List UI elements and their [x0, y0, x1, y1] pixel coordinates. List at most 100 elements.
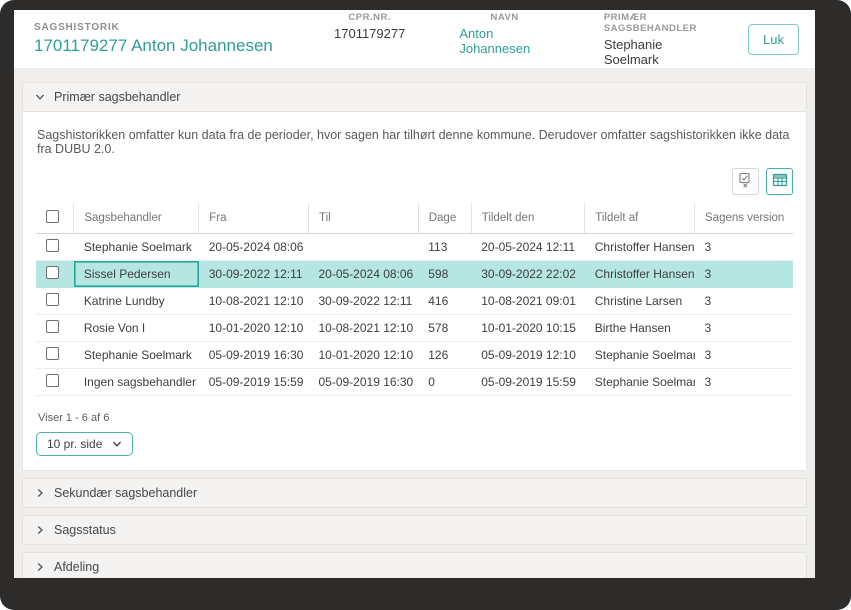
col-tildelt-den[interactable]: Tildelt den [470, 203, 585, 234]
cell-version: 3 [694, 233, 793, 261]
table-view-icon [772, 172, 788, 191]
window-header: SAGSHISTORIK 1701179277 Anton Johannesen… [14, 10, 815, 68]
accordion-primaer-sagsbehandler[interactable]: Primær sagsbehandler [22, 82, 807, 112]
cell-version: 3 [694, 287, 793, 315]
cell-tildelt-den: 05-09-2019 12:10 [471, 341, 585, 369]
field-navn-value-link[interactable]: Anton Johannesen [459, 26, 549, 56]
cell-fra: 05-09-2019 16:30 [198, 341, 309, 369]
cell-version: 3 [694, 260, 793, 288]
chevron-right-icon [35, 525, 45, 535]
cell-dage: 416 [418, 287, 472, 315]
row-checkbox[interactable] [46, 347, 59, 360]
row-checkbox[interactable] [46, 239, 59, 252]
cell-sagsbehandler: Katrine Lundby [73, 287, 199, 315]
cell-fra: 10-01-2020 12:10 [198, 314, 309, 342]
cell-dage: 578 [418, 314, 472, 342]
cell-dage: 598 [418, 260, 472, 288]
col-fra[interactable]: Fra [198, 203, 309, 234]
col-dage[interactable]: Dage [417, 203, 472, 234]
accordion-label: Sekundær sagsbehandler [54, 486, 198, 500]
row-checkbox[interactable] [46, 266, 59, 279]
page-size-select[interactable]: 10 pr. side [36, 432, 134, 456]
page-size-value: 10 pr. side [47, 437, 103, 451]
field-cpr-label: CPR.NR. [348, 11, 391, 23]
field-primaer-value: Stephanie Soelmark [603, 36, 663, 67]
cell-til: 10-08-2021 12:10 [308, 314, 419, 342]
col-til[interactable]: Til [307, 203, 419, 234]
cell-fra: 20-05-2024 08:06 [198, 233, 309, 261]
row-checkbox[interactable] [46, 374, 59, 387]
field-cpr: CPR.NR. 1701179277 [334, 12, 405, 67]
accordion-sekundaer-sagsbehandler[interactable]: Sekundær sagsbehandler [22, 478, 807, 508]
cell-sagsbehandler-focused[interactable]: Sissel Pedersen [73, 260, 199, 288]
cell-sagsbehandler: Rosie Von I [73, 314, 199, 342]
col-sagsbehandler[interactable]: Sagsbehandler [73, 203, 199, 234]
table-row-selected[interactable]: Sissel Pedersen 30-09-2022 12:11 20-05-2… [36, 260, 793, 288]
chevron-right-icon [35, 562, 45, 572]
field-navn: NAVN Anton Johannesen [459, 12, 549, 67]
cell-version: 3 [694, 368, 793, 396]
table-row[interactable]: Rosie Von I 10-01-2020 12:10 10-08-2021 … [36, 314, 793, 342]
cell-til: 30-09-2022 12:11 [308, 287, 419, 315]
cell-tildelt-den: 05-09-2019 15:59 [471, 368, 585, 396]
sagshistorik-window: SAGSHISTORIK 1701179277 Anton Johannesen… [14, 10, 815, 578]
chevron-right-icon [35, 488, 45, 498]
results-summary: Viser 1 - 6 af 6 [38, 412, 110, 424]
cell-tildelt-af: Birthe Hansen [584, 314, 695, 342]
select-all-checkbox[interactable] [46, 210, 59, 223]
field-navn-label: NAVN [490, 11, 519, 23]
cell-version: 3 [694, 341, 793, 369]
cell-tildelt-den: 20-05-2024 12:11 [471, 233, 585, 261]
header-info-fields: CPR.NR. 1701179277 NAVN Anton Johannesen… [334, 12, 720, 67]
checkbox-select-icon-button[interactable] [732, 168, 759, 195]
cell-version: 3 [694, 314, 793, 342]
col-tildelt-af[interactable]: Tildelt af [584, 203, 695, 234]
cell-fra: 10-08-2021 12:10 [198, 287, 309, 315]
cell-tildelt-den: 10-08-2021 09:01 [471, 287, 585, 315]
field-primaer-label: PRIMÆR SAGSBEHANDLER [603, 11, 697, 34]
cell-dage: 113 [418, 233, 472, 261]
table-row[interactable]: Katrine Lundby 10-08-2021 12:10 30-09-20… [36, 287, 793, 315]
close-button[interactable]: Luk [748, 23, 799, 55]
accordion-label: Sagsstatus [54, 523, 116, 537]
cell-sagsbehandler: Ingen sagsbehandler [73, 368, 199, 396]
cell-tildelt-af: Stephanie Soelmark [584, 368, 695, 396]
page-title: 1701179277 Anton Johannesen [34, 36, 273, 55]
accordion-sagsstatus[interactable]: Sagsstatus [22, 515, 807, 545]
table-view-icon-button[interactable] [766, 168, 793, 195]
cell-tildelt-den: 30-09-2022 22:02 [471, 260, 585, 288]
field-cpr-value: 1701179277 [334, 25, 406, 41]
table-header-row: Sagsbehandler Fra Til Dage Tildelt den T… [36, 203, 793, 234]
cell-tildelt-af: Stephanie Soelmark [584, 341, 695, 369]
window-body: Primær sagsbehandler Sagshistorikken omf… [14, 68, 815, 578]
cell-tildelt-af: Christoffer Hansen [584, 260, 695, 288]
cell-til: 20-05-2024 08:06 [308, 260, 419, 288]
header-title-block: SAGSHISTORIK 1701179277 Anton Johannesen [34, 22, 334, 56]
cell-tildelt-den: 10-01-2020 10:15 [471, 314, 585, 342]
cell-dage: 126 [418, 341, 472, 369]
cell-dage: 0 [418, 368, 472, 396]
sagsbehandler-history-table: Sagsbehandler Fra Til Dage Tildelt den T… [36, 203, 793, 396]
accordion-label: Afdeling [54, 560, 100, 574]
cell-fra: 30-09-2022 12:11 [198, 260, 309, 288]
checkbox-select-icon [738, 172, 754, 191]
table-toolbar [36, 168, 793, 195]
screenshot-stage: SAGSHISTORIK 1701179277 Anton Johannesen… [0, 0, 851, 610]
chevron-down-icon [112, 439, 122, 449]
table-row[interactable]: Stephanie Soelmark 05-09-2019 16:30 10-0… [36, 341, 793, 369]
table-footer: Viser 1 - 6 af 6 10 pr. side [36, 412, 793, 456]
col-sagens-version[interactable]: Sagens version [694, 203, 793, 234]
cell-sagsbehandler: Stephanie Soelmark [73, 233, 199, 261]
accordion-afdeling[interactable]: Afdeling [22, 552, 807, 578]
table-row[interactable]: Ingen sagsbehandler 05-09-2019 15:59 05-… [36, 368, 793, 396]
history-notice-text: Sagshistorikken omfatter kun data fra de… [37, 128, 790, 156]
row-checkbox[interactable] [46, 293, 59, 306]
cell-til [308, 233, 419, 261]
cell-tildelt-af: Christoffer Hansen [584, 233, 695, 261]
accordion-label: Primær sagsbehandler [54, 90, 181, 104]
row-checkbox[interactable] [46, 320, 59, 333]
table-row[interactable]: Stephanie Soelmark 20-05-2024 08:06 113 … [36, 233, 793, 261]
field-primaer-sagsbehandler: PRIMÆR SAGSBEHANDLER Stephanie Soelmark [604, 12, 720, 67]
select-all-cell [36, 203, 74, 234]
primaer-sagsbehandler-panel: Sagshistorikken omfatter kun data fra de… [22, 112, 807, 471]
